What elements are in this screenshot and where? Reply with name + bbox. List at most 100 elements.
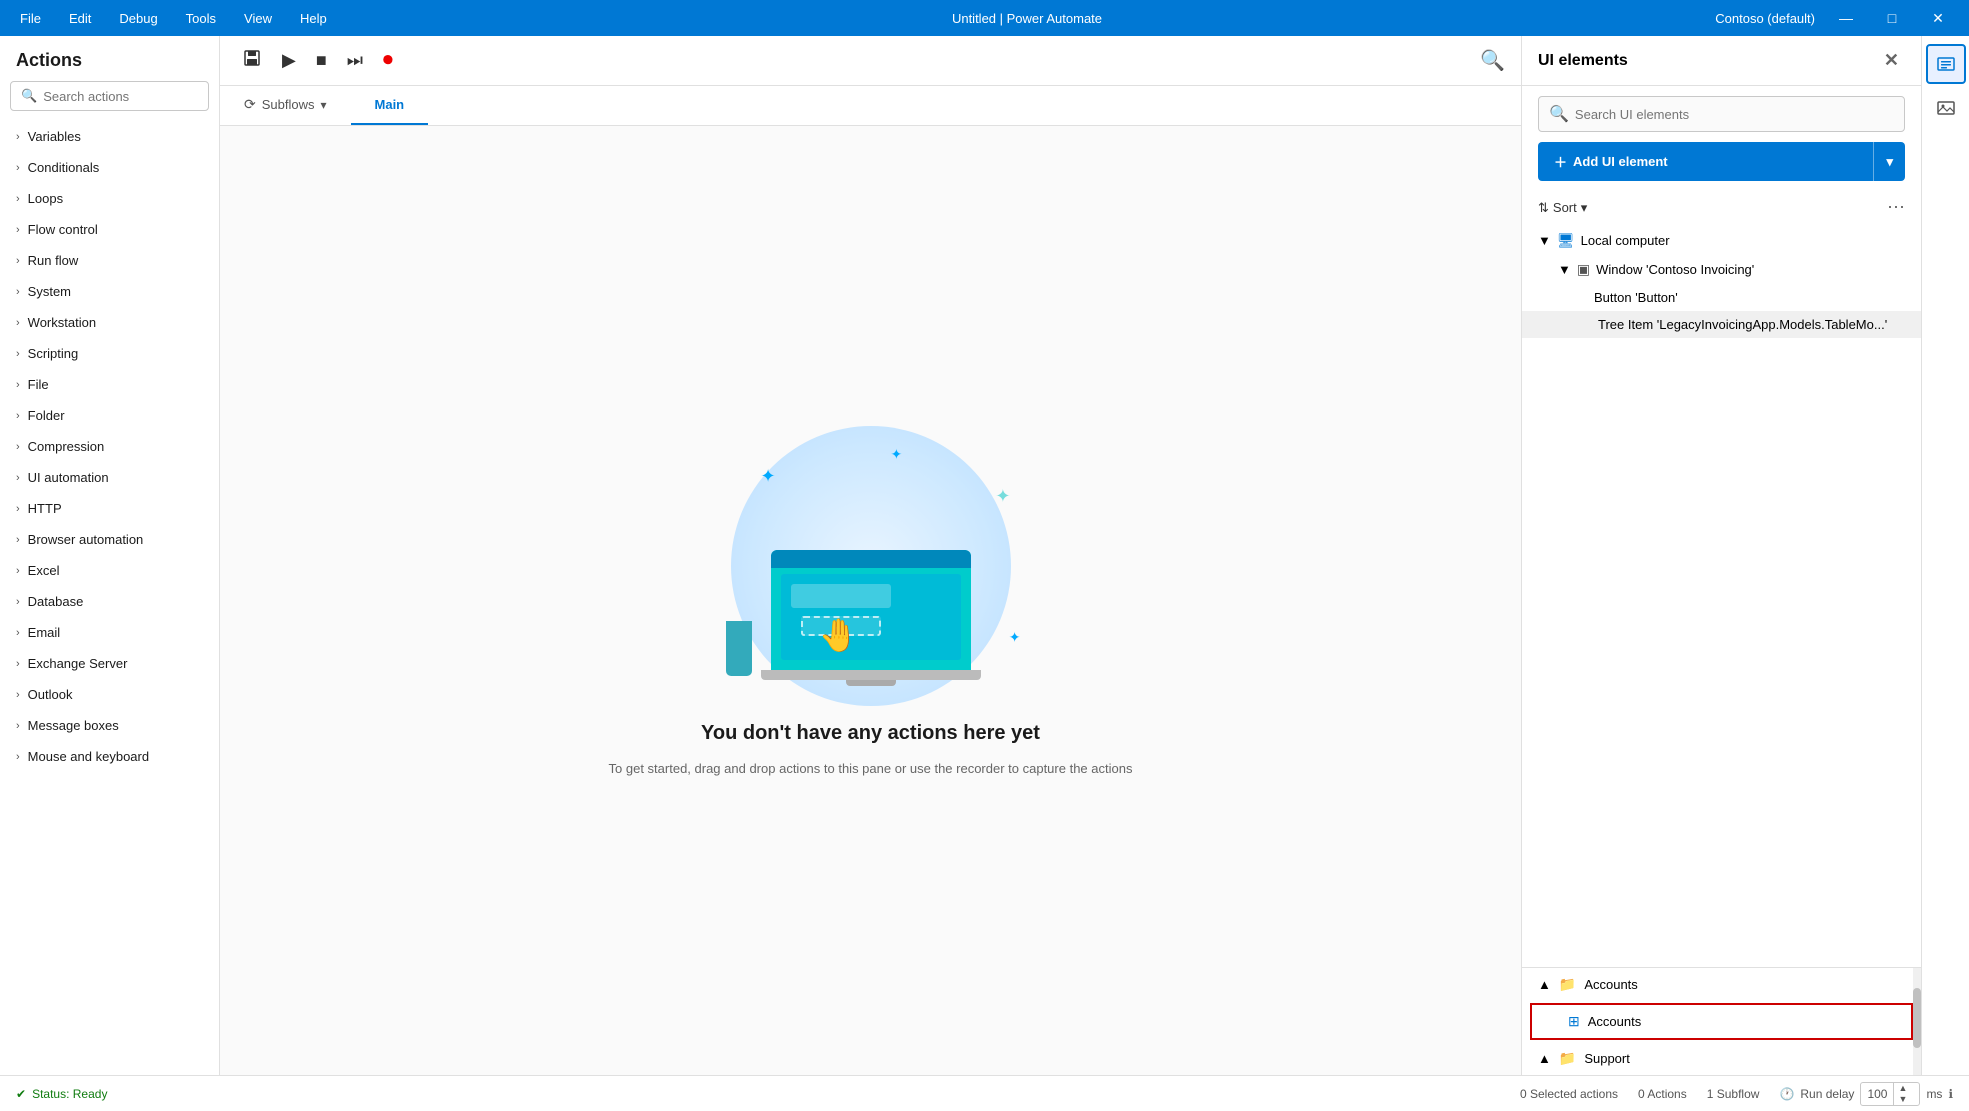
run-delay-section: 🕐 Run delay 100 ▲ ▼ ms ℹ (1779, 1082, 1953, 1106)
chevron-right-icon: › (16, 224, 20, 236)
tree-accounts-child[interactable]: ⊞ Accounts (1532, 1005, 1911, 1038)
tree-local-computer[interactable]: ▼ 🖥 Local computer (1522, 226, 1921, 255)
actions-panel: Actions 🔍 › Variables › Conditionals › L… (0, 36, 220, 1075)
more-options-button[interactable]: ⋯ (1887, 197, 1905, 218)
chevron-right-icon: › (16, 441, 20, 453)
action-item-database[interactable]: › Database (0, 586, 219, 617)
chevron-right-icon: › (16, 317, 20, 329)
action-label: Database (28, 594, 84, 609)
tree-support[interactable]: ▲ 📁 Support (1522, 1042, 1921, 1075)
delay-up-arrow[interactable]: ▲ (1894, 1083, 1911, 1094)
ui-elements-tab-icon[interactable] (1926, 44, 1966, 84)
collapse-icon: ▲ (1538, 977, 1551, 992)
action-item-http[interactable]: › HTTP (0, 493, 219, 524)
tree-button-button[interactable]: Button 'Button' (1522, 284, 1921, 311)
tree-window-contoso[interactable]: ▼ ▣ Window 'Contoso Invoicing' (1522, 255, 1921, 284)
stop-button[interactable]: ■ (310, 46, 333, 75)
title-bar-right: Contoso (default) — □ ✕ (1715, 0, 1961, 36)
save-button[interactable] (236, 44, 268, 77)
action-item-variables[interactable]: › Variables (0, 121, 219, 152)
chevron-right-icon: › (16, 193, 20, 205)
canvas-content: ✦ ✦ ✦ ✦ 🤚 (220, 126, 1521, 1075)
canvas-area: ▶ ■ ⏭ ⏺ 🔍 ⟳ Subflows ▾ Main ✦ ✦ (220, 36, 1521, 1075)
action-item-scripting[interactable]: › Scripting (0, 338, 219, 369)
chevron-right-icon: › (16, 131, 20, 143)
action-item-system[interactable]: › System (0, 276, 219, 307)
action-item-browser-automation[interactable]: › Browser automation (0, 524, 219, 555)
action-item-loops[interactable]: › Loops (0, 183, 219, 214)
run-delay-input[interactable]: 100 ▲ ▼ (1860, 1082, 1920, 1106)
menu-tools[interactable]: Tools (174, 7, 228, 30)
folder-icon: 📁 (1559, 1050, 1576, 1067)
action-label: HTTP (28, 501, 62, 516)
chevron-right-icon: › (16, 162, 20, 174)
add-ui-element-dropdown[interactable]: ▾ (1874, 144, 1905, 180)
user-account[interactable]: Contoso (default) (1715, 11, 1815, 26)
search-actions-input[interactable] (43, 89, 219, 104)
tab-subflows[interactable]: ⟳ Subflows ▾ (220, 86, 351, 125)
add-ui-element-button[interactable]: ＋ Add UI element ▾ (1538, 142, 1905, 181)
action-item-outlook[interactable]: › Outlook (0, 679, 219, 710)
title-bar: File Edit Debug Tools View Help Untitled… (0, 0, 1969, 36)
action-item-mouse-keyboard[interactable]: › Mouse and keyboard (0, 741, 219, 772)
next-step-button[interactable]: ⏭ (341, 46, 369, 75)
action-item-exchange-server[interactable]: › Exchange Server (0, 648, 219, 679)
chevron-right-icon: › (16, 379, 20, 391)
action-item-file[interactable]: › File (0, 369, 219, 400)
canvas-empty-title: You don't have any actions here yet (701, 722, 1040, 745)
action-item-ui-automation[interactable]: › UI automation (0, 462, 219, 493)
info-icon[interactable]: ℹ (1948, 1087, 1953, 1101)
close-ui-elements-button[interactable]: ✕ (1878, 48, 1905, 73)
scrollbar-track[interactable] (1913, 968, 1921, 1075)
close-button[interactable]: ✕ (1915, 0, 1961, 36)
action-label: Browser automation (28, 532, 144, 547)
chevron-down-icon: ▾ (320, 98, 326, 112)
maximize-button[interactable]: □ (1869, 0, 1915, 36)
menu-edit[interactable]: Edit (57, 7, 103, 30)
action-item-flow-control[interactable]: › Flow control (0, 214, 219, 245)
action-label: Scripting (28, 346, 79, 361)
toolbar: ▶ ■ ⏭ ⏺ 🔍 (220, 36, 1521, 86)
tree-accounts-parent[interactable]: ▲ 📁 Accounts (1522, 968, 1921, 1001)
chevron-right-icon: › (16, 751, 20, 763)
menu-help[interactable]: Help (288, 7, 339, 30)
sort-button[interactable]: ⇅ Sort ▾ (1538, 200, 1587, 216)
run-button[interactable]: ▶ (276, 46, 302, 75)
run-delay-label: Run delay (1800, 1087, 1854, 1101)
action-item-message-boxes[interactable]: › Message boxes (0, 710, 219, 741)
collapse-icon: ▲ (1538, 1051, 1551, 1066)
sort-icon: ⇅ (1538, 200, 1549, 216)
action-item-conditionals[interactable]: › Conditionals (0, 152, 219, 183)
run-delay-value: 100 (1861, 1084, 1893, 1104)
menu-view[interactable]: View (232, 7, 284, 30)
images-tab-icon[interactable] (1926, 88, 1966, 128)
chevron-right-icon: › (16, 534, 20, 546)
sort-label: Sort (1553, 200, 1577, 215)
action-item-workstation[interactable]: › Workstation (0, 307, 219, 338)
action-item-email[interactable]: › Email (0, 617, 219, 648)
action-label: System (28, 284, 71, 299)
action-item-compression[interactable]: › Compression (0, 431, 219, 462)
record-button[interactable]: ⏺ (377, 45, 399, 76)
app-body: Actions 🔍 › Variables › Conditionals › L… (0, 36, 1969, 1075)
menu-file[interactable]: File (8, 7, 53, 30)
search-box: 🔍 (10, 81, 209, 111)
menu-debug[interactable]: Debug (107, 7, 169, 30)
add-ui-element-main[interactable]: ＋ Add UI element (1538, 142, 1873, 181)
minimize-button[interactable]: — (1823, 0, 1869, 36)
ui-elements-header: UI elements ✕ (1522, 36, 1921, 86)
search-ui-elements-input[interactable] (1575, 107, 1894, 122)
status-bar: ✔ Status: Ready 0 Selected actions 0 Act… (0, 1075, 1969, 1111)
scrollbar-thumb[interactable] (1913, 988, 1921, 1048)
action-item-folder[interactable]: › Folder (0, 400, 219, 431)
chevron-right-icon: › (16, 689, 20, 701)
action-item-run-flow[interactable]: › Run flow (0, 245, 219, 276)
delay-down-arrow[interactable]: ▼ (1894, 1094, 1911, 1105)
search-button[interactable]: 🔍 (1480, 48, 1505, 73)
search-icon: 🔍 (1549, 104, 1569, 124)
tree-item-legacy[interactable]: Tree Item 'LegacyInvoicingApp.Models.Tab… (1522, 311, 1921, 338)
tab-main[interactable]: Main (351, 86, 429, 125)
ui-elements-title: UI elements (1538, 52, 1878, 70)
ui-elements-bottom: ▲ 📁 Accounts ⊞ Accounts ▲ 📁 Support (1522, 967, 1921, 1075)
action-item-excel[interactable]: › Excel (0, 555, 219, 586)
